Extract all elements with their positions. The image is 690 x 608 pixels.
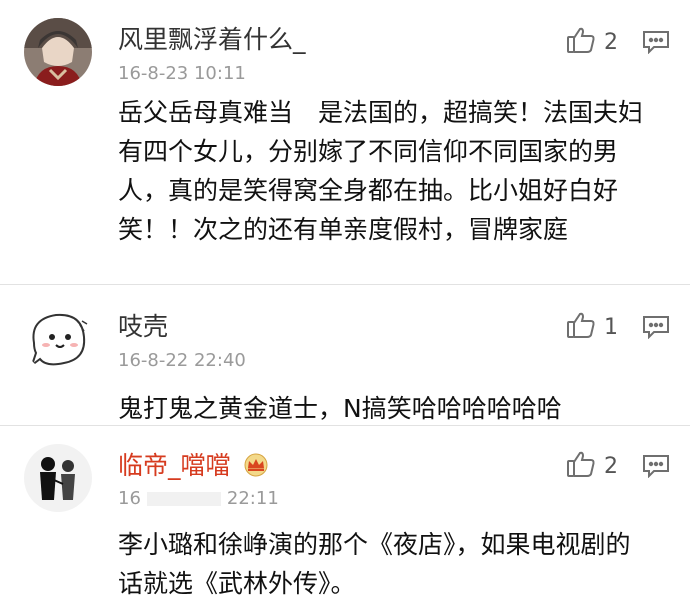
timestamp: 16 22:11 [118,488,279,509]
avatar[interactable] [24,18,92,86]
comment-item: 风里飘浮着什么_ 16-8-23 10:11 2 岳父岳母真难当 是法国的，超搞… [0,0,690,285]
timestamp: 16-8-23 10:11 [118,63,246,84]
avatar[interactable] [24,444,92,512]
timestamp: 16-8-22 22:40 [118,350,246,371]
username-text[interactable]: 临帝_噹噹 [118,451,231,480]
like-count: 2 [604,453,618,479]
comment-icon[interactable] [642,30,670,58]
like-button[interactable]: 2 [566,26,618,58]
thumbs-up-icon [566,450,596,482]
thumbs-up-icon [566,311,596,343]
username[interactable]: 吱壳 [118,307,168,343]
like-count: 1 [604,314,618,340]
comment-text: 岳父岳母真难当 是法国的，超搞笑！法国夫妇有四个女儿，分别嫁了不同信仰不同国家的… [118,98,644,244]
thumbs-up-icon [566,26,596,58]
comment-text: 鬼打鬼之黄金道士，N搞笑哈哈哈哈哈哈 [118,394,562,423]
comment-item: 临帝_噹噹 16 22:11 2 李小璐和徐峥演的那个《夜店》，如果电视剧的话就… [0,426,690,608]
timestamp-time: 22:11 [226,488,279,509]
comment-icon[interactable] [642,454,670,482]
like-button[interactable]: 2 [566,450,618,482]
crown-icon [242,453,270,483]
like-count: 2 [604,29,618,55]
redaction-bar [146,492,221,506]
avatar[interactable] [24,305,92,373]
comment-text: 李小璐和徐峥演的那个《夜店》，如果电视剧的话就选《武林外传》。 [118,530,631,598]
comment-icon[interactable] [642,315,670,343]
like-button[interactable]: 1 [566,311,618,343]
username[interactable]: 临帝_噹噹 [118,446,270,483]
comment-item: 吱壳 16-8-22 22:40 1 鬼打鬼之黄金道士，N搞笑哈哈哈哈哈哈 [0,285,690,426]
username[interactable]: 风里飘浮着什么_ [118,20,306,56]
timestamp-date: 16 [118,488,141,509]
